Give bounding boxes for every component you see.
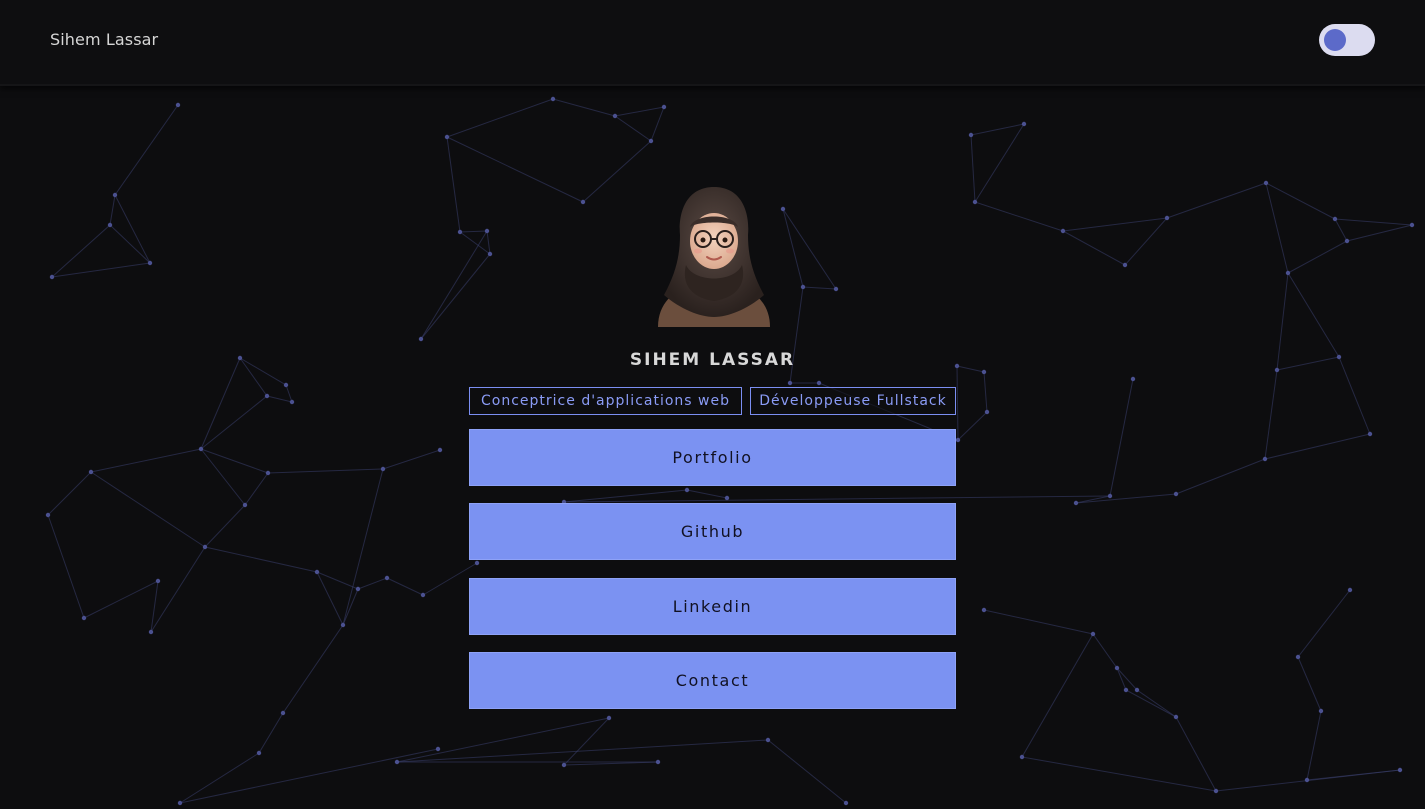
linkedin-button[interactable]: Linkedin <box>469 578 956 635</box>
toggle-knob <box>1324 29 1346 51</box>
top-bar: Sihem Lassar <box>0 0 1425 86</box>
theme-toggle[interactable] <box>1319 24 1375 56</box>
portfolio-button[interactable]: Portfolio <box>469 429 956 486</box>
contact-button[interactable]: Contact <box>469 652 956 709</box>
page: SIHEM LASSAR Conceptrice d'applications … <box>0 0 1425 809</box>
site-brand[interactable]: Sihem Lassar <box>50 30 158 49</box>
github-button[interactable]: Github <box>469 503 956 560</box>
role-tag-fullstack: Développeuse Fullstack <box>750 387 956 415</box>
profile-name: SIHEM LASSAR <box>629 350 796 370</box>
main-content: SIHEM LASSAR Conceptrice d'applications … <box>0 0 1425 809</box>
role-tag-web-apps: Conceptrice d'applications web <box>469 387 742 415</box>
avatar <box>658 187 770 327</box>
